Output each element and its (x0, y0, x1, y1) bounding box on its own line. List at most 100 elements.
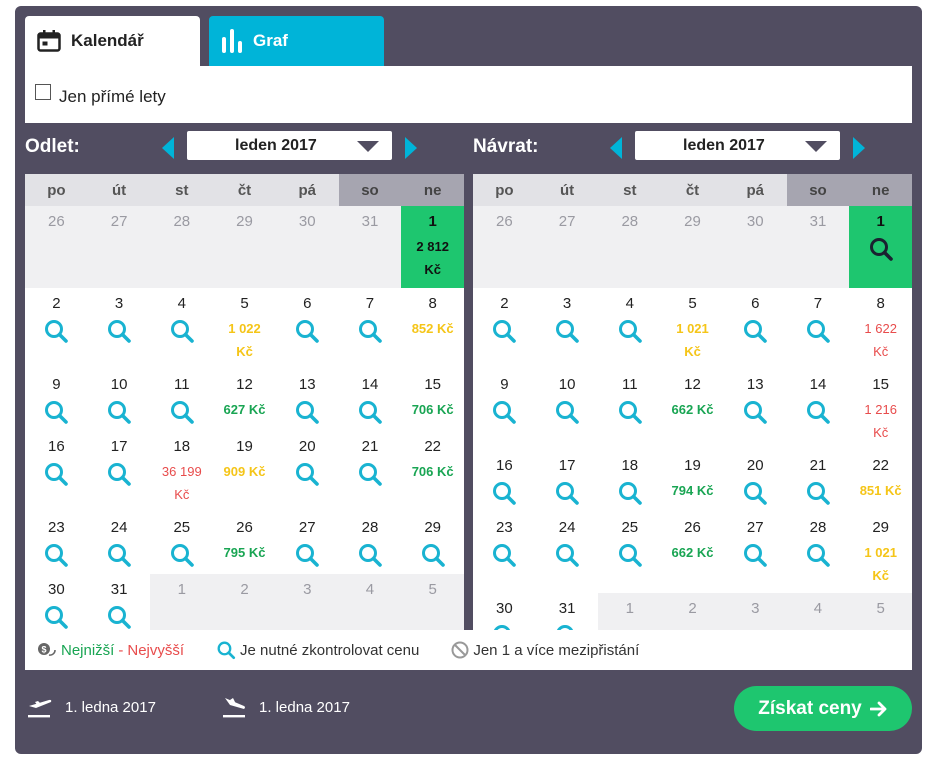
plane-landing-icon (223, 698, 245, 718)
legend-check-price-label: Je nutné zkontrolovat cenu (240, 641, 420, 659)
calendar-day[interactable]: 20 (275, 431, 339, 512)
calendar-day[interactable]: 5 1 022 Kč (213, 288, 276, 369)
calendar-day[interactable]: 4 (150, 288, 214, 369)
calendar-day[interactable]: 1 (849, 206, 913, 288)
calendar-day[interactable]: 18 36 199 Kč (150, 431, 214, 512)
calendar-day[interactable]: 14 (786, 369, 850, 450)
calendar-day[interactable]: 10 (87, 369, 151, 431)
calendar-day[interactable]: 26 662 Kč (661, 512, 724, 593)
weekday-label: ne (401, 174, 465, 206)
calendar-day[interactable]: 11 (150, 369, 214, 431)
calendar-day[interactable]: 24 (87, 512, 151, 574)
calendar-day[interactable]: 17 (87, 431, 151, 512)
calendar-day[interactable]: 10 (535, 369, 599, 450)
departure-summary: 1. ledna 2017 (27, 696, 156, 718)
departure-next-month-icon[interactable] (405, 137, 417, 159)
calendar-day[interactable]: 30 (25, 574, 88, 636)
calendar-day[interactable]: 15 706 Kč (401, 369, 465, 431)
tab-graph[interactable]: Graf (209, 16, 384, 66)
search-icon (358, 544, 382, 567)
day-number: 4 (625, 295, 634, 312)
calendar-day[interactable]: 25 (150, 512, 214, 574)
return-next-month-icon[interactable] (853, 137, 865, 159)
weekday-label: út (535, 174, 599, 206)
direct-only-checkbox[interactable] (35, 84, 51, 100)
search-icon (45, 606, 69, 629)
day-number: 27 (110, 213, 128, 230)
calendar-day[interactable]: 14 (338, 369, 402, 431)
calendar-day[interactable]: 16 (473, 450, 536, 512)
weekday-label: so (786, 174, 850, 206)
calendar-day[interactable]: 29 1 021 Kč (849, 512, 913, 593)
calendar-day[interactable]: 15 1 216 Kč (849, 369, 913, 450)
calendar-day[interactable]: 1 2 812 Kč (401, 206, 465, 288)
calendar-day[interactable]: 4 (598, 288, 662, 369)
calendar-day[interactable]: 24 (535, 512, 599, 593)
calendar-day[interactable]: 21 (338, 431, 402, 512)
get-prices-button[interactable]: Získat ceny (734, 686, 912, 731)
calendar-day[interactable]: 9 (473, 369, 536, 450)
day-number: 30 (746, 213, 764, 230)
calendar-day[interactable]: 11 (598, 369, 662, 450)
calendar-day[interactable]: 3 (535, 288, 599, 369)
return-prev-month-icon[interactable] (610, 137, 622, 159)
day-number: 1 (876, 213, 885, 230)
calendar-day: 27 (535, 206, 599, 288)
calendar-day[interactable]: 22 851 Kč (849, 450, 913, 512)
calendar-day[interactable]: 25 (598, 512, 662, 593)
search-icon (556, 401, 579, 424)
calendar-day[interactable]: 28 (338, 512, 402, 574)
search-icon (806, 401, 830, 424)
day-number: 2 (240, 581, 249, 598)
calendar-day[interactable]: 13 (723, 369, 787, 450)
calendar-day: 31 (338, 206, 402, 288)
calendar-day[interactable]: 8 1 622 Kč (849, 288, 913, 369)
day-number: 4 (813, 600, 823, 617)
calendar-day[interactable]: 5 1 021 Kč (661, 288, 724, 369)
return-summary: 1. ledna 2017 (221, 696, 350, 718)
calendar-day[interactable]: 23 (473, 512, 536, 593)
calendar-day[interactable]: 20 (723, 450, 787, 512)
calendar-day[interactable]: 2 (473, 288, 536, 369)
calendar-day[interactable]: 12 662 Kč (661, 369, 724, 450)
calendar-day[interactable]: 23 (25, 512, 88, 574)
calendar-day[interactable]: 17 (535, 450, 599, 512)
calendar-day[interactable]: 28 (786, 512, 850, 593)
calendar-week: 9 10 11 12 662 Kč 13 14 15 1 216 Kč (473, 369, 913, 450)
calendar-day[interactable]: 6 (723, 288, 787, 369)
calendar-day[interactable]: 9 (25, 369, 88, 431)
calendar-day[interactable]: 27 (723, 512, 787, 593)
calendar-day[interactable]: 3 (87, 288, 151, 369)
day-number: 31 (558, 600, 576, 617)
return-month-select[interactable]: leden 2017 (635, 131, 840, 160)
departure-month-select[interactable]: leden 2017 (187, 131, 392, 160)
tab-calendar[interactable]: Kalendář (25, 16, 200, 66)
calendar-day[interactable]: 26 795 Kč (213, 512, 276, 574)
search-icon (296, 463, 320, 486)
calendar-day[interactable]: 21 (786, 450, 850, 512)
calendar-day[interactable]: 7 (338, 288, 402, 369)
calendar-day[interactable]: 18 (598, 450, 662, 512)
day-number: 19 (236, 438, 253, 455)
day-price: 1 216 Kč (864, 402, 897, 440)
calendar-day[interactable]: 27 (275, 512, 339, 574)
calendar-day[interactable]: 31 (87, 574, 151, 636)
calendar-day[interactable]: 19 909 Kč (213, 431, 276, 512)
calendar-day[interactable]: 29 (401, 512, 465, 574)
direct-only-label[interactable]: Jen přímé lety (59, 87, 166, 107)
search-icon (493, 320, 517, 343)
calendar-day[interactable]: 8 852 Kč (401, 288, 465, 369)
calendar-day[interactable]: 13 (275, 369, 339, 431)
calendar-day[interactable]: 22 706 Kč (401, 431, 465, 512)
calendar-day[interactable]: 16 (25, 431, 88, 512)
calendar-day[interactable]: 6 (275, 288, 339, 369)
departure-prev-month-icon[interactable] (162, 137, 174, 159)
day-number: 5 (428, 581, 437, 598)
weekday-label: po (473, 174, 536, 206)
calendar-day[interactable]: 19 794 Kč (661, 450, 724, 512)
calendar-day[interactable]: 2 (25, 288, 88, 369)
day-number: 16 (48, 438, 65, 455)
calendar-day[interactable]: 7 (786, 288, 850, 369)
day-number: 8 (876, 295, 885, 312)
calendar-day[interactable]: 12 627 Kč (213, 369, 276, 431)
